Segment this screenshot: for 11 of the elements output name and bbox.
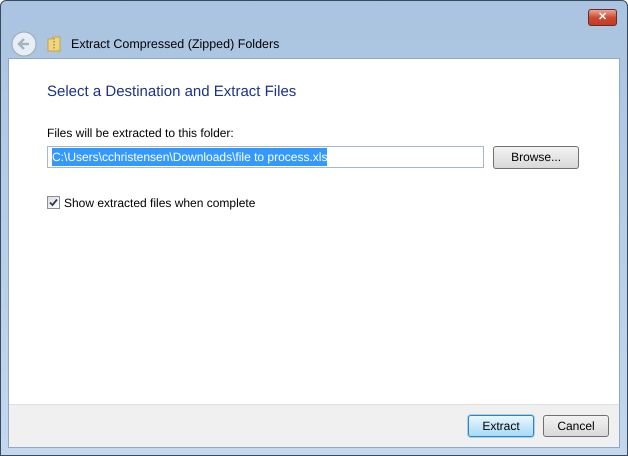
window-title: Extract Compressed (Zipped) Folders	[71, 36, 280, 53]
dialog-button[interactable]: Extract	[468, 415, 534, 437]
checkbox[interactable]	[47, 196, 60, 209]
browse-button[interactable]: Browse...	[493, 146, 579, 168]
dialog-button[interactable]: Cancel	[543, 415, 609, 437]
zipped-folder-icon	[47, 36, 61, 52]
close-button[interactable]: ✕	[588, 9, 617, 26]
field-value: C:\Users\cchristensen\Downloads\file to process.xls	[52, 148, 328, 166]
checkbox-label: Show extracted files when complete	[64, 194, 256, 212]
dialog-heading: Select a Destination and Extract Files	[47, 82, 298, 102]
field-label: Files will be extracted to this folder:	[47, 124, 235, 142]
